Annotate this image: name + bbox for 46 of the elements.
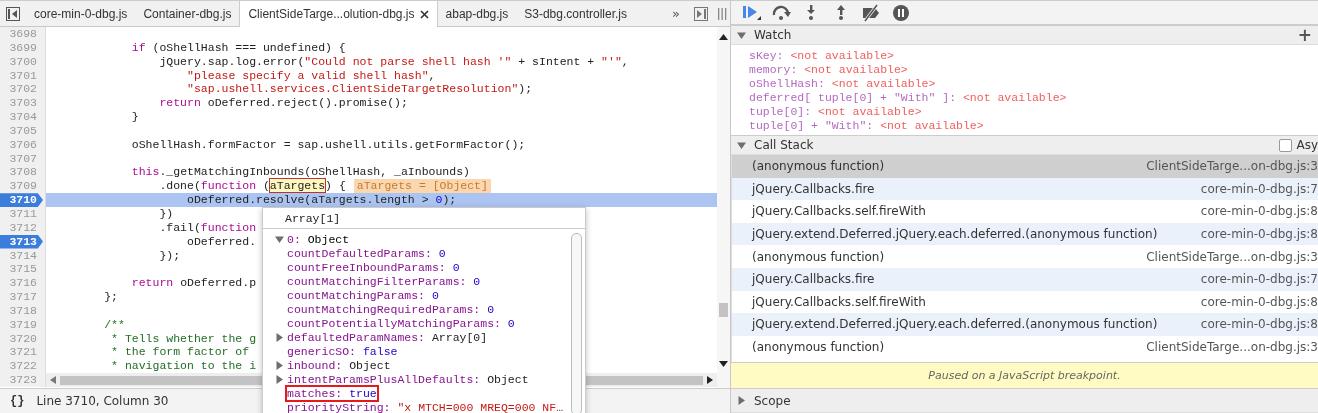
paused-notice: Paused on a JavaScript breakpoint. (731, 362, 1318, 388)
popover-title: Array[1] (263, 208, 585, 230)
source-location: ClientSideTarge...on-dbg.js:3 (1146, 159, 1318, 174)
inline-value: aTargets = [Object] (353, 179, 491, 194)
source-location: core-min-0-dbg.js:8 (1200, 294, 1318, 309)
code-line: if (oShellHash === undefined) { (130, 40, 346, 55)
code-line: "sap.ushell.services.ClientSideTargetResolution"); (186, 82, 533, 97)
function-name: (anonymous function) (752, 159, 885, 174)
source-location: core-min-0-dbg.js:7 (1200, 272, 1318, 287)
source-location: ClientSideTarge...on-dbg.js:3 (1146, 249, 1318, 264)
function-name: jQuery.Callbacks.fire (752, 181, 875, 196)
function-name: (anonymous function) (752, 249, 885, 264)
code-line: * the form factor of (110, 345, 250, 360)
section-title: Watch (754, 28, 792, 42)
code-line: return oDeferred.p (130, 276, 257, 291)
code-line: /** (103, 317, 125, 332)
source-location: core-min-0-dbg.js:8 (1200, 227, 1318, 242)
async-label: Asy (1296, 138, 1318, 152)
source-location: core-min-0-dbg.js:8 (1200, 317, 1318, 332)
function-name: jQuery.extend.Deferred.jQuery.each.deferred.(anonymous function) (752, 317, 1158, 332)
cursor-position: Line 3710, Column 30 (36, 394, 169, 408)
code-line: }; (103, 290, 118, 304)
source-location: core-min-0-dbg.js:8 (1200, 204, 1318, 219)
function-name: jQuery.Callbacks.fire (752, 272, 875, 287)
source-location: ClientSideTarge...on-dbg.js:3 (1146, 340, 1318, 355)
code-line: }); (158, 248, 181, 263)
code-line: * navigation to the i (110, 359, 257, 374)
code-line: * Tells whether the g (110, 331, 257, 346)
code-line: "please specify a valid shell hash", (186, 68, 436, 83)
section-title: Scope (754, 393, 791, 408)
code-line: }) (158, 206, 174, 221)
function-name: jQuery.Callbacks.self.fireWith (752, 204, 926, 219)
code-line: .fail(function (158, 220, 257, 235)
function-name: jQuery.Callbacks.self.fireWith (752, 294, 926, 309)
code-line: jQuery.sap.log.error("Could not parse shell hash '" + sIntent + "'", (158, 54, 629, 69)
source-location: core-min-0-dbg.js:7 (1200, 181, 1318, 196)
code-line: .done(function (aTargets) { (158, 179, 346, 194)
code-line: oDeferred.resolve(aTargets.length > 0); (186, 193, 457, 207)
code-line: } (130, 110, 139, 124)
code-line: return oDeferred.reject().promise(); (158, 96, 408, 111)
code-line: oDeferred. (186, 234, 257, 249)
code-line: oShellHash.formFactor = sap.ushell.utils.getFormFactor(); (130, 137, 526, 152)
function-name: jQuery.extend.Deferred.jQuery.each.deferred.(anonymous function) (752, 227, 1158, 242)
section-title: Call Stack (754, 138, 814, 152)
function-name: (anonymous function) (752, 340, 885, 355)
code-line: this._getMatchingInbounds(oShellHash, _aInbounds) (130, 165, 470, 180)
